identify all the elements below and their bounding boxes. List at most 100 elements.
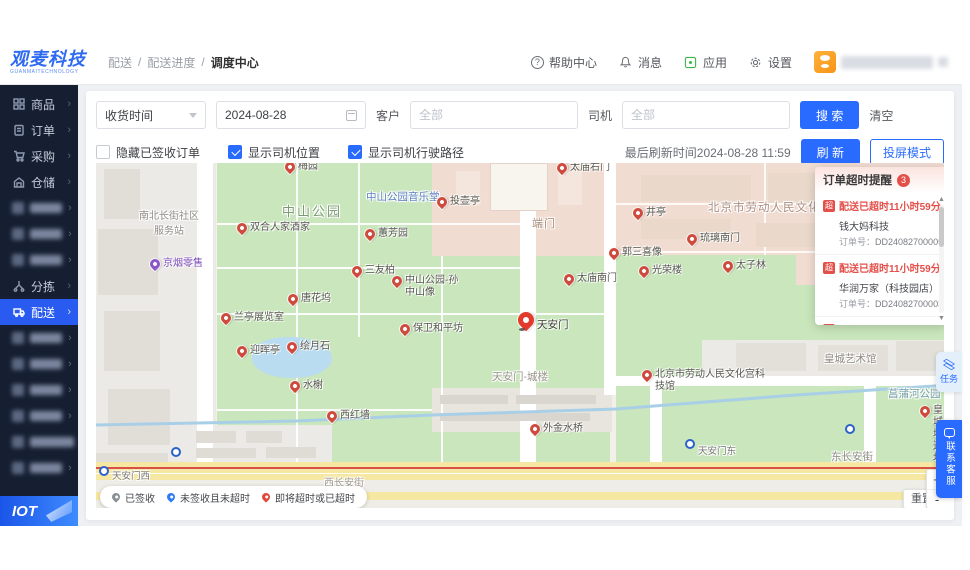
hide-signed-label: 隐藏已签收订单 [116,145,201,160]
app-window: 观麦科技 GUANMAITECHNOLOGY 配送 / 配送进度 / 调度中心 … [0,40,962,526]
sidebar-item-delivery[interactable]: 配送 › [0,299,78,325]
sidebar-item-redacted[interactable]: › [0,351,78,377]
map-marker[interactable]: 中山公园-孙中山像 [389,273,459,299]
legend-signed: 已签收 [110,490,155,505]
map-marker[interactable]: 投壶亭 [434,194,480,210]
map-marker[interactable]: 三友柏 [349,263,395,279]
sidebar-iot-banner[interactable]: IOT [0,496,78,526]
breadcrumb-delivery[interactable]: 配送 [108,54,132,71]
search-button[interactable]: 搜 索 [800,101,860,129]
map-marker[interactable]: 绘月石 [284,339,330,355]
sidebar-item-redacted[interactable]: › [0,455,78,481]
metro-station-icon [171,447,181,457]
sidebar-item-warehouse[interactable]: 仓储 › [0,169,78,195]
customer-name: 钱大妈科技 [839,222,889,233]
building [96,453,168,462]
map-marker[interactable]: 琉璃南门 [684,231,740,247]
checkbox-checked [228,145,243,159]
map-marker-retail[interactable]: 京烟零售 [147,256,203,272]
map-marker[interactable]: 迎晖亭 [234,343,280,359]
tasks-floating-tab[interactable]: 任务 [936,352,962,392]
map-marker[interactable]: 双合人家酒家 [234,220,310,236]
chevron-right-icon: › [67,124,71,136]
map-marker[interactable]: 光荣楼 [636,263,682,279]
map-marker[interactable]: 太子林 [720,258,766,274]
pin-icon [324,408,340,424]
map-marker[interactable]: 唐花坞 [285,291,331,307]
calendar-icon [346,109,357,121]
map-marker[interactable]: 水榭 [287,378,323,394]
sidebar-item-purchase[interactable]: 采购 › [0,143,78,169]
map-marker[interactable]: 蕙芳园 [362,226,408,242]
pin-icon [630,205,646,221]
map-marker[interactable]: 井亭 [630,205,666,221]
sidebar-item-redacted[interactable]: › [0,221,78,247]
map-marker[interactable]: 北京市劳动人民文化宫科技馆 [639,367,767,393]
time-type-select[interactable]: 收货时间 [96,101,206,129]
alert-order-item[interactable]: 超 剩余0分 华润万家（科技园店）2 [815,316,944,325]
sidebar-item-orders[interactable]: 订单 › [0,117,78,143]
sidebar-item-redacted[interactable] [0,429,78,455]
building [558,171,582,205]
map-marker[interactable]: 太庙右门 [554,163,610,176]
overdue-pin-icon [514,308,538,332]
cast-mode-button[interactable]: 投屏模式 [869,139,944,165]
clear-button[interactable]: 清空 [869,107,893,124]
scrollbar-thumb[interactable] [939,207,944,247]
apps-button[interactable]: 应用 [684,54,727,71]
chevron-right-icon: › [67,280,71,292]
pin-icon [639,367,655,383]
bell-icon [619,55,633,69]
show-driver-checkbox[interactable]: 显示司机位置 [228,144,320,161]
map-marker[interactable]: 保卫和平坊 [397,321,463,337]
blue-pin-icon [165,491,177,503]
map-marker[interactable]: 梅园 [282,163,318,175]
settings-button[interactable]: 设置 [749,54,792,71]
sidebar-item-redacted[interactable]: › [0,195,78,221]
pin-icon [147,256,163,272]
refresh-button[interactable]: 刷 新 [800,139,860,165]
pin-icon [287,378,303,394]
alert-list: 超 配送已超时11小时59分 钱大妈科技 订单号：DD24082700005 超… [815,193,944,325]
sidebar-item-redacted[interactable]: › [0,403,78,429]
driver-input[interactable] [622,101,791,129]
split-icon [12,280,25,293]
panel-scrollbar[interactable]: ▲ ▼ [937,195,944,323]
map-marker[interactable]: 兰亭展览室 [218,310,284,326]
customer-input[interactable] [410,101,579,129]
pin-icon [636,263,652,279]
map-marker[interactable]: 太庙南门 [561,271,617,287]
pin-icon [561,271,577,287]
help-center-button[interactable]: ? 帮助中心 [530,54,597,71]
alert-order-item[interactable]: 超 配送已超时11小时59分 华润万家（科技园店）2 订单号：DD2408270… [815,254,944,316]
sidebar-item-redacted[interactable]: › [0,247,78,273]
date-input[interactable]: 2024-08-28 [216,101,366,129]
sidebar-item-goods[interactable]: 商品 › [0,91,78,117]
contact-support-floating-tab[interactable]: 联系客服 [936,420,962,498]
show-route-checkbox[interactable]: 显示司机行驶路径 [348,144,464,161]
sidebar-item-redacted[interactable]: › [0,377,78,403]
map-marker[interactable]: 郭三喜像 [606,245,662,261]
scroll-up-arrow[interactable]: ▲ [937,195,944,204]
messages-button[interactable]: 消息 [619,54,662,71]
map-marker[interactable]: 西红墙 [324,408,370,424]
brand-logo[interactable]: 观麦科技 GUANMAITECHNOLOGY [0,50,96,75]
breadcrumb-separator: / [138,55,142,69]
sidebar-item-sorting[interactable]: 分拣 › [0,273,78,299]
sidebar-item-redacted[interactable]: › [0,325,78,351]
hide-signed-checkbox[interactable]: 隐藏已签收订单 [96,144,200,161]
dispatch-map[interactable]: 南北长街社区服务站 中山公园 中山公园音乐堂 端门 北京市劳动人民文化宫 天安门… [96,163,944,508]
breadcrumb-progress[interactable]: 配送进度 [147,54,195,71]
scroll-down-arrow[interactable]: ▼ [937,314,944,323]
alert-order-item[interactable]: 超 配送已超时11小时59分 钱大妈科技 订单号：DD24082700005 [815,193,944,254]
map-label-community: 南北长街社区服务站 [139,211,199,237]
show-route-label: 显示司机行驶路径 [368,145,465,160]
pin-icon [397,321,413,337]
user-account[interactable] [814,51,948,73]
pin-icon [285,291,301,307]
delivery-order-marker[interactable]: 天安门 [514,308,569,332]
map-marker[interactable]: 外金水桥 [527,421,583,437]
dispatch-card: 收货时间 2024-08-28 客户 司机 搜 索 清空 [86,91,954,520]
pin-icon [720,258,736,274]
pin-icon [917,403,933,419]
